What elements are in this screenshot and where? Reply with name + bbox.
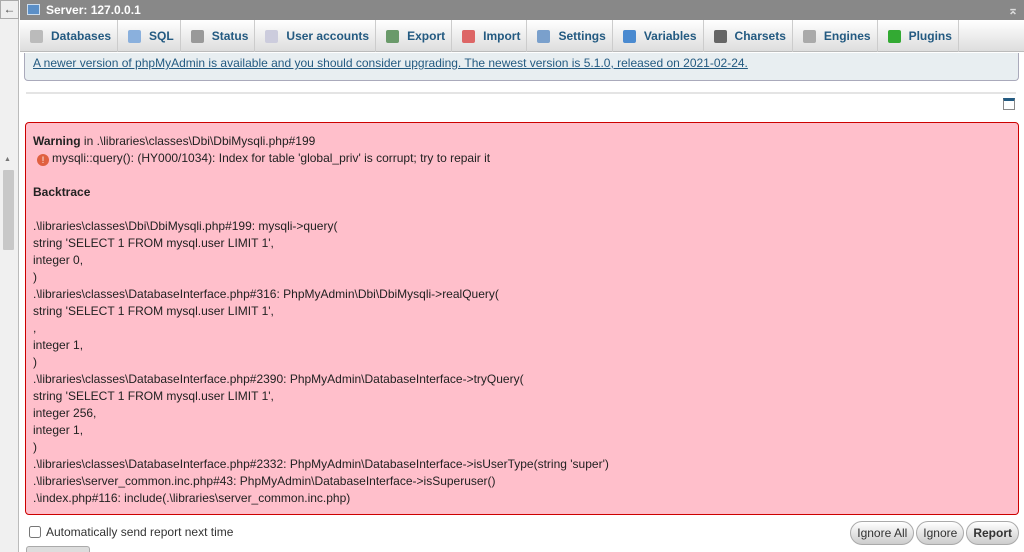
upgrade-link[interactable]: A newer version of phpMyAdmin is availab… <box>33 56 748 70</box>
tab-label: Status <box>211 29 249 43</box>
server-breadcrumb: Server: 127.0.0.1 ⌅ <box>20 0 1024 20</box>
report-button[interactable]: Report <box>966 521 1019 545</box>
wrench-icon <box>537 29 551 43</box>
tab-export[interactable]: Export <box>376 20 453 52</box>
backtrace: .\libraries\classes\Dbi\DbiMysqli.php#19… <box>33 218 1011 507</box>
tab-import[interactable]: Import <box>452 20 528 52</box>
navigation-pane: ← ▲ <box>0 0 19 552</box>
backtrace-line: ) <box>33 355 37 369</box>
error-icon: ! <box>37 154 49 166</box>
backtrace-line: .\index.php#116: include(.\libraries\ser… <box>33 491 351 505</box>
error-message: mysqli::query(): (HY000/1034): Index for… <box>52 151 491 165</box>
backtrace-line: .\libraries\classes\Dbi\DbiMysqli.php#19… <box>33 219 338 233</box>
backtrace-line: string 'SELECT 1 FROM mysql.user LIMIT 1… <box>33 389 274 403</box>
warning-location: in .\libraries\classes\Dbi\DbiMysqli.php… <box>80 134 316 148</box>
backtrace-line: integer 1, <box>33 423 84 437</box>
status-icon <box>190 29 204 43</box>
variables-icon <box>622 29 636 43</box>
backtrace-line: integer 256, <box>33 406 97 420</box>
ignore-button[interactable]: Ignore <box>916 521 965 545</box>
import-icon <box>462 29 476 43</box>
backtrace-line: , <box>33 321 37 335</box>
tab-label: Plugins <box>908 29 952 43</box>
user-accounts-icon <box>265 29 279 43</box>
backtrace-line: .\libraries\classes\DatabaseInterface.ph… <box>33 457 609 471</box>
console-toggle[interactable] <box>26 546 90 552</box>
auto-send-report-checkbox[interactable]: Automatically send report next time <box>29 525 233 539</box>
auto-send-label: Automatically send report next time <box>46 525 234 539</box>
tab-label: Charsets <box>734 29 786 43</box>
backtrace-line: ) <box>33 440 37 454</box>
backtrace-line: .\libraries\classes\DatabaseInterface.ph… <box>33 372 524 386</box>
tab-plugins[interactable]: Plugins <box>878 20 959 52</box>
backtrace-line: ) <box>33 270 37 284</box>
warning-label: Warning <box>33 134 81 148</box>
tab-status[interactable]: Status <box>181 20 256 52</box>
puzzle-icon <box>887 29 901 43</box>
tab-charsets[interactable]: Charsets <box>704 20 793 52</box>
tab-user-accounts[interactable]: User accounts <box>255 20 377 52</box>
backtrace-line: integer 0, <box>33 253 84 267</box>
divider <box>26 92 1016 94</box>
tab-label: Settings <box>558 29 606 43</box>
collapse-top-icon[interactable]: ⌅ <box>1008 0 1018 20</box>
error-message-line: ! mysqli::query(): (HY000/1034): Index fo… <box>33 150 1011 167</box>
auto-send-checkbox-input[interactable] <box>29 526 41 538</box>
tab-label: Databases <box>51 29 112 43</box>
tab-label: Variables <box>643 29 697 43</box>
tab-label: User accounts <box>286 29 370 43</box>
export-icon <box>386 29 400 43</box>
server-icon <box>27 4 40 15</box>
scrollbar-thumb[interactable] <box>3 170 14 250</box>
backtrace-line: string 'SELECT 1 FROM mysql.user LIMIT 1… <box>33 236 274 250</box>
scroll-up-arrow[interactable]: ▲ <box>4 156 11 163</box>
upgrade-notice: A newer version of phpMyAdmin is availab… <box>24 53 1019 81</box>
ignore-all-button[interactable]: Ignore All <box>850 521 915 545</box>
database-icon <box>30 29 43 43</box>
page-settings-icon[interactable] <box>1003 98 1015 110</box>
tab-variables[interactable]: Variables <box>613 20 704 52</box>
backtrace-line: .\libraries\server_common.inc.php#43: Ph… <box>33 474 496 488</box>
warning-line: Warning in .\libraries\classes\Dbi\DbiMy… <box>33 133 1011 150</box>
main-tabs: Databases SQL Status User accounts Export Imp… <box>20 20 1024 52</box>
tab-label: Engines <box>823 29 871 43</box>
backtrace-title: Backtrace <box>33 185 91 199</box>
tab-label: Import <box>483 29 521 43</box>
tab-databases[interactable]: Databases <box>20 20 119 52</box>
error-report: Warning in .\libraries\classes\Dbi\DbiMy… <box>25 122 1019 515</box>
tab-engines[interactable]: Engines <box>793 20 878 52</box>
backtrace-line: string 'SELECT 1 FROM mysql.user LIMIT 1… <box>33 304 274 318</box>
tab-sql[interactable]: SQL <box>118 20 181 52</box>
sql-icon <box>128 29 142 43</box>
server-link[interactable]: Server: 127.0.0.1 <box>46 3 141 17</box>
backtrace-line: .\libraries\classes\DatabaseInterface.ph… <box>33 287 499 301</box>
tab-label: SQL <box>149 29 174 43</box>
engines-icon <box>802 29 816 43</box>
collapse-navigation-button[interactable]: ← <box>0 0 19 19</box>
tab-settings[interactable]: Settings <box>527 20 613 52</box>
backtrace-line: integer 1, <box>33 338 84 352</box>
tab-label: Export <box>407 29 446 43</box>
charsets-icon <box>713 29 727 43</box>
